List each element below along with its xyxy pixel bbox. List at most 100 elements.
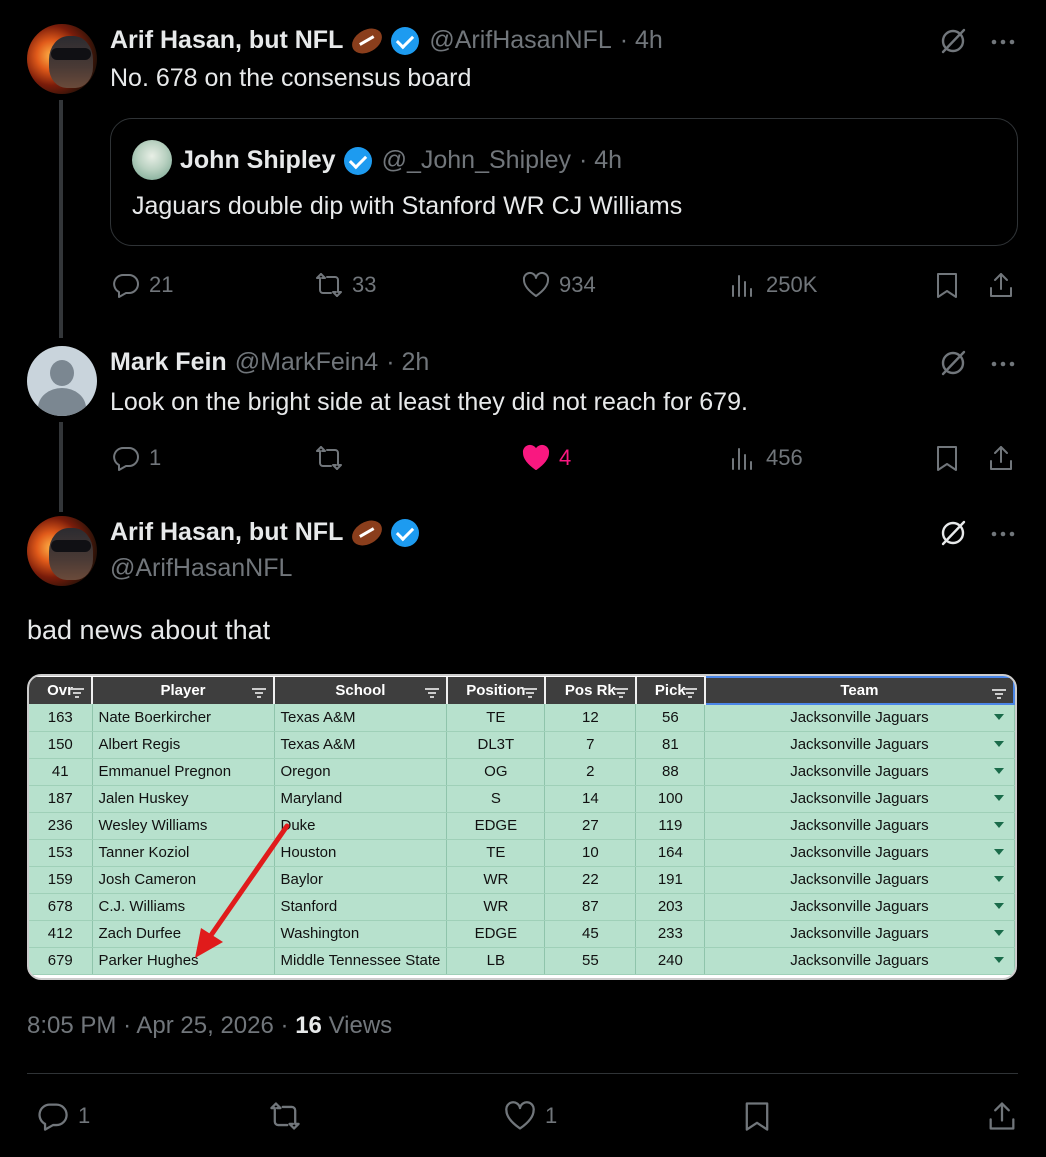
table-cell[interactable]: Jacksonville Jaguars — [704, 704, 1015, 732]
filter-icon[interactable] — [69, 685, 85, 698]
table-cell[interactable]: 27 — [544, 812, 637, 840]
repost-button[interactable] — [268, 1099, 302, 1133]
table-cell[interactable]: Jacksonville Jaguars — [704, 812, 1015, 840]
table-cell[interactable]: S — [446, 785, 546, 813]
filter-icon[interactable] — [251, 685, 267, 698]
table-cell[interactable]: Jacksonville Jaguars — [704, 920, 1015, 948]
table-cell[interactable]: Jacksonville Jaguars — [704, 893, 1015, 921]
column-header[interactable]: Ovr — [29, 677, 93, 704]
dropdown-arrow-icon[interactable] — [993, 902, 1004, 909]
column-header[interactable]: Pick — [635, 677, 706, 704]
table-cell[interactable]: Baylor — [274, 866, 448, 894]
table-cell[interactable]: 7 — [544, 731, 637, 759]
dropdown-arrow-icon[interactable] — [993, 821, 1004, 828]
dropdown-arrow-icon[interactable] — [993, 740, 1004, 747]
table-cell[interactable]: Washington — [274, 920, 448, 948]
like-button[interactable]: 1 — [503, 1099, 557, 1133]
table-cell[interactable]: 2 — [544, 758, 637, 786]
timestamp[interactable]: · 2h — [386, 348, 429, 377]
table-cell[interactable]: 81 — [635, 731, 706, 759]
table-cell[interactable]: 240 — [635, 947, 706, 975]
share-button[interactable] — [986, 443, 1016, 473]
more-options-icon[interactable] — [988, 348, 1018, 383]
table-cell[interactable]: TE — [446, 839, 546, 867]
table-cell[interactable]: 41 — [29, 758, 93, 786]
more-options-icon[interactable] — [988, 518, 1018, 553]
table-cell[interactable]: 22 — [544, 866, 637, 894]
table-cell[interactable]: Middle Tennessee State — [274, 947, 448, 975]
table-cell[interactable]: Nate Boerkircher — [92, 704, 275, 732]
author-name[interactable]: Arif Hasan, but NFL — [110, 518, 343, 547]
bookmark-button[interactable] — [932, 443, 962, 473]
table-cell[interactable]: 14 — [544, 785, 637, 813]
table-cell[interactable]: Wesley Williams — [92, 812, 275, 840]
author-name[interactable]: Mark Fein — [110, 348, 227, 377]
column-header[interactable]: Position — [446, 677, 546, 704]
spreadsheet-image[interactable]: Ovr Player School Position Pos Rk Pick Team 16… — [27, 674, 1017, 980]
table-cell[interactable]: 88 — [635, 758, 706, 786]
more-options-icon[interactable] — [988, 26, 1018, 61]
reply-button[interactable]: 21 — [111, 270, 173, 300]
table-cell[interactable]: EDGE — [446, 920, 546, 948]
table-cell[interactable]: 412 — [29, 920, 93, 948]
table-cell[interactable]: Jacksonville Jaguars — [704, 866, 1015, 894]
dropdown-arrow-icon[interactable] — [993, 875, 1004, 882]
bookmark-button[interactable] — [740, 1099, 774, 1133]
filter-icon[interactable] — [991, 686, 1007, 699]
share-button[interactable] — [985, 1099, 1019, 1133]
table-cell[interactable]: 203 — [635, 893, 706, 921]
grok-icon[interactable] — [938, 26, 968, 61]
filter-icon[interactable] — [522, 685, 538, 698]
repost-button[interactable] — [314, 443, 344, 473]
table-cell[interactable]: 233 — [635, 920, 706, 948]
table-cell[interactable]: 119 — [635, 812, 706, 840]
table-cell[interactable]: Jacksonville Jaguars — [704, 731, 1015, 759]
dropdown-arrow-icon[interactable] — [993, 714, 1004, 720]
table-cell[interactable]: 236 — [29, 812, 93, 840]
table-cell[interactable]: 55 — [544, 947, 637, 975]
grok-icon[interactable] — [938, 518, 968, 553]
share-button[interactable] — [986, 270, 1016, 300]
table-cell[interactable]: 10 — [544, 839, 637, 867]
table-cell[interactable]: Oregon — [274, 758, 448, 786]
table-cell[interactable]: 150 — [29, 731, 93, 759]
table-cell[interactable]: Jacksonville Jaguars — [704, 947, 1015, 975]
column-header[interactable]: School — [274, 677, 448, 704]
views-button[interactable]: 250K — [728, 270, 817, 300]
post-time[interactable]: 8:05 PM — [27, 1012, 116, 1039]
views-button[interactable]: 456 — [728, 443, 803, 473]
reply-button[interactable]: 1 — [111, 443, 161, 473]
filter-icon[interactable] — [424, 685, 440, 698]
table-cell[interactable]: Parker Hughes — [92, 947, 275, 975]
table-cell[interactable]: 159 — [29, 866, 93, 894]
author-handle[interactable]: @ArifHasanNFL — [110, 554, 292, 583]
column-header[interactable]: Player — [92, 677, 275, 704]
table-cell[interactable]: 164 — [635, 839, 706, 867]
table-cell[interactable]: 100 — [635, 785, 706, 813]
dropdown-arrow-icon[interactable] — [993, 956, 1004, 963]
post-date[interactable]: Apr 25, 2026 — [136, 1012, 273, 1039]
table-cell[interactable]: Jacksonville Jaguars — [704, 758, 1015, 786]
column-header[interactable]: Pos Rk — [544, 677, 637, 704]
like-button[interactable]: 934 — [521, 270, 596, 300]
bookmark-button[interactable] — [932, 270, 962, 300]
author-name[interactable]: Arif Hasan, but NFL — [110, 26, 343, 55]
table-cell[interactable]: Texas A&M — [274, 704, 448, 732]
verified-badge-icon[interactable] — [391, 518, 420, 547]
dropdown-arrow-icon[interactable] — [993, 929, 1004, 936]
table-cell[interactable]: LB — [446, 947, 546, 975]
table-cell[interactable]: 153 — [29, 839, 93, 867]
table-cell[interactable]: Emmanuel Pregnon — [92, 758, 275, 786]
dropdown-arrow-icon[interactable] — [993, 767, 1004, 774]
repost-button[interactable]: 33 — [314, 270, 376, 300]
table-cell[interactable]: Zach Durfee — [92, 920, 275, 948]
reply-button[interactable]: 1 — [36, 1099, 90, 1133]
table-cell[interactable]: 56 — [635, 704, 706, 732]
table-cell[interactable]: OG — [446, 758, 546, 786]
timestamp[interactable]: · 4h — [620, 26, 663, 55]
table-cell[interactable]: Tanner Koziol — [92, 839, 275, 867]
verified-badge-icon[interactable] — [391, 26, 420, 55]
table-cell[interactable]: Maryland — [274, 785, 448, 813]
table-cell[interactable]: WR — [446, 866, 546, 894]
table-cell[interactable]: Houston — [274, 839, 448, 867]
